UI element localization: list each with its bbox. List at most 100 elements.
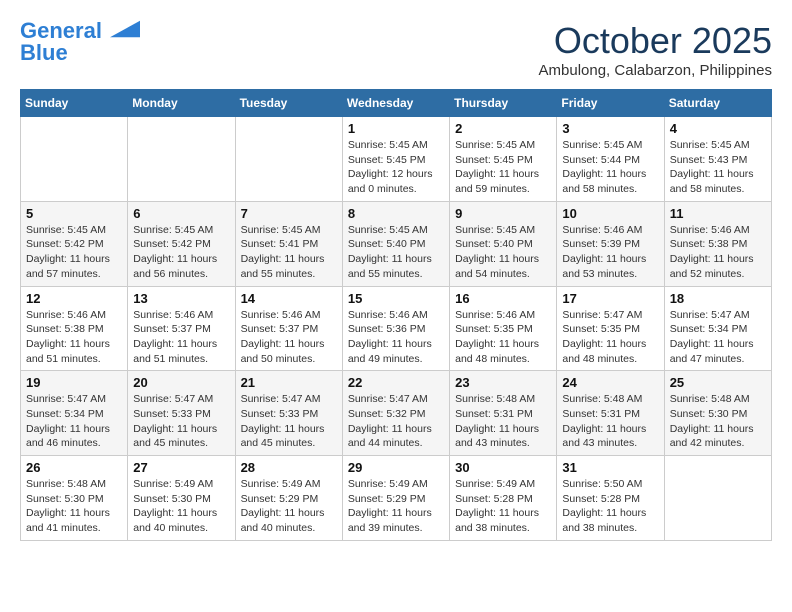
day-number: 21 xyxy=(241,375,337,390)
calendar-cell: 26Sunrise: 5:48 AM Sunset: 5:30 PM Dayli… xyxy=(21,456,128,541)
day-number: 25 xyxy=(670,375,766,390)
day-info: Sunrise: 5:45 AM Sunset: 5:41 PM Dayligh… xyxy=(241,223,337,282)
calendar-cell: 7 Sunrise: 5:45 AM Sunset: 5:41 PM Daylig… xyxy=(235,201,342,286)
day-info: Sunrise: 5:45 AM Sunset: 5:42 PM Dayligh… xyxy=(133,223,229,282)
calendar-cell xyxy=(664,456,771,541)
logo-icon xyxy=(110,20,140,38)
day-number: 27 xyxy=(133,460,229,475)
calendar-cell: 10 Sunrise: 5:46 AM Sunset: 5:39 PM Dayli… xyxy=(557,201,664,286)
day-number: 6 xyxy=(133,206,229,221)
weekday-header-tuesday: Tuesday xyxy=(235,90,342,117)
day-number: 10 xyxy=(562,206,658,221)
day-info: Sunrise: 5:48 AM Sunset: 5:31 PM Dayligh… xyxy=(455,392,551,451)
day-info: Sunrise: 5:46 AM Sunset: 5:37 PM Dayligh… xyxy=(133,308,229,367)
day-info: Sunrise: 5:45 AM Sunset: 5:45 PM Dayligh… xyxy=(455,138,551,197)
logo: General Blue xyxy=(20,20,140,65)
logo-blue: Blue xyxy=(20,40,68,65)
day-info: Sunrise: 5:46 AM Sunset: 5:36 PM Dayligh… xyxy=(348,308,444,367)
calendar-cell: 21 Sunrise: 5:47 AM Sunset: 5:33 PM Dayli… xyxy=(235,371,342,456)
calendar-week-row: 26Sunrise: 5:48 AM Sunset: 5:30 PM Dayli… xyxy=(21,456,772,541)
day-info: Sunrise: 5:46 AM Sunset: 5:38 PM Dayligh… xyxy=(26,308,122,367)
day-number: 28 xyxy=(241,460,337,475)
day-info: Sunrise: 5:45 AM Sunset: 5:40 PM Dayligh… xyxy=(455,223,551,282)
day-number: 5 xyxy=(26,206,122,221)
title-section: October 2025 Ambulong, Calabarzon, Phili… xyxy=(539,20,772,79)
day-number: 1 xyxy=(348,121,444,136)
day-info: Sunrise: 5:45 AM Sunset: 5:45 PM Dayligh… xyxy=(348,138,444,197)
day-info: Sunrise: 5:45 AM Sunset: 5:43 PM Dayligh… xyxy=(670,138,766,197)
day-info: Sunrise: 5:49 AM Sunset: 5:28 PM Dayligh… xyxy=(455,477,551,536)
weekday-header-friday: Friday xyxy=(557,90,664,117)
month-title: October 2025 xyxy=(539,20,772,62)
day-info: Sunrise: 5:47 AM Sunset: 5:33 PM Dayligh… xyxy=(133,392,229,451)
day-number: 14 xyxy=(241,291,337,306)
calendar-cell: 31Sunrise: 5:50 AM Sunset: 5:28 PM Dayli… xyxy=(557,456,664,541)
calendar-table: SundayMondayTuesdayWednesdayThursdayFrid… xyxy=(20,89,772,541)
calendar-cell: 3 Sunrise: 5:45 AM Sunset: 5:44 PM Daylig… xyxy=(557,117,664,202)
calendar-week-row: 1 Sunrise: 5:45 AM Sunset: 5:45 PM Daylig… xyxy=(21,117,772,202)
day-number: 17 xyxy=(562,291,658,306)
day-info: Sunrise: 5:49 AM Sunset: 5:29 PM Dayligh… xyxy=(241,477,337,536)
weekday-header-monday: Monday xyxy=(128,90,235,117)
calendar-cell xyxy=(21,117,128,202)
day-info: Sunrise: 5:45 AM Sunset: 5:40 PM Dayligh… xyxy=(348,223,444,282)
weekday-header-saturday: Saturday xyxy=(664,90,771,117)
day-info: Sunrise: 5:49 AM Sunset: 5:30 PM Dayligh… xyxy=(133,477,229,536)
day-number: 24 xyxy=(562,375,658,390)
calendar-cell: 6 Sunrise: 5:45 AM Sunset: 5:42 PM Daylig… xyxy=(128,201,235,286)
day-info: Sunrise: 5:45 AM Sunset: 5:44 PM Dayligh… xyxy=(562,138,658,197)
day-info: Sunrise: 5:46 AM Sunset: 5:35 PM Dayligh… xyxy=(455,308,551,367)
day-number: 31 xyxy=(562,460,658,475)
calendar-cell: 13Sunrise: 5:46 AM Sunset: 5:37 PM Dayli… xyxy=(128,286,235,371)
day-number: 12 xyxy=(26,291,122,306)
day-number: 30 xyxy=(455,460,551,475)
calendar-cell: 22 Sunrise: 5:47 AM Sunset: 5:32 PM Dayli… xyxy=(342,371,449,456)
day-number: 20 xyxy=(133,375,229,390)
calendar-cell: 1 Sunrise: 5:45 AM Sunset: 5:45 PM Daylig… xyxy=(342,117,449,202)
day-number: 18 xyxy=(670,291,766,306)
calendar-cell: 30 Sunrise: 5:49 AM Sunset: 5:28 PM Dayli… xyxy=(450,456,557,541)
day-info: Sunrise: 5:49 AM Sunset: 5:29 PM Dayligh… xyxy=(348,477,444,536)
day-number: 4 xyxy=(670,121,766,136)
day-number: 3 xyxy=(562,121,658,136)
weekday-header-row: SundayMondayTuesdayWednesdayThursdayFrid… xyxy=(21,90,772,117)
calendar-cell: 12 Sunrise: 5:46 AM Sunset: 5:38 PM Dayli… xyxy=(21,286,128,371)
day-info: Sunrise: 5:46 AM Sunset: 5:37 PM Dayligh… xyxy=(241,308,337,367)
calendar-cell: 8 Sunrise: 5:45 AM Sunset: 5:40 PM Daylig… xyxy=(342,201,449,286)
day-info: Sunrise: 5:48 AM Sunset: 5:30 PM Dayligh… xyxy=(670,392,766,451)
day-number: 19 xyxy=(26,375,122,390)
calendar-week-row: 19Sunrise: 5:47 AM Sunset: 5:34 PM Dayli… xyxy=(21,371,772,456)
day-info: Sunrise: 5:45 AM Sunset: 5:42 PM Dayligh… xyxy=(26,223,122,282)
day-number: 11 xyxy=(670,206,766,221)
calendar-cell: 19Sunrise: 5:47 AM Sunset: 5:34 PM Dayli… xyxy=(21,371,128,456)
day-number: 8 xyxy=(348,206,444,221)
calendar-cell: 27 Sunrise: 5:49 AM Sunset: 5:30 PM Dayli… xyxy=(128,456,235,541)
weekday-header-sunday: Sunday xyxy=(21,90,128,117)
page-header: General Blue October 2025 Ambulong, Cala… xyxy=(20,20,772,79)
calendar-cell: 20 Sunrise: 5:47 AM Sunset: 5:33 PM Dayli… xyxy=(128,371,235,456)
day-info: Sunrise: 5:46 AM Sunset: 5:39 PM Dayligh… xyxy=(562,223,658,282)
weekday-header-thursday: Thursday xyxy=(450,90,557,117)
calendar-cell: 29 Sunrise: 5:49 AM Sunset: 5:29 PM Dayli… xyxy=(342,456,449,541)
calendar-cell xyxy=(235,117,342,202)
day-info: Sunrise: 5:48 AM Sunset: 5:31 PM Dayligh… xyxy=(562,392,658,451)
day-number: 7 xyxy=(241,206,337,221)
day-number: 29 xyxy=(348,460,444,475)
day-number: 15 xyxy=(348,291,444,306)
calendar-week-row: 5 Sunrise: 5:45 AM Sunset: 5:42 PM Daylig… xyxy=(21,201,772,286)
calendar-cell: 9Sunrise: 5:45 AM Sunset: 5:40 PM Daylig… xyxy=(450,201,557,286)
calendar-cell: 5 Sunrise: 5:45 AM Sunset: 5:42 PM Daylig… xyxy=(21,201,128,286)
day-info: Sunrise: 5:47 AM Sunset: 5:33 PM Dayligh… xyxy=(241,392,337,451)
calendar-cell: 16 Sunrise: 5:46 AM Sunset: 5:35 PM Dayli… xyxy=(450,286,557,371)
day-number: 22 xyxy=(348,375,444,390)
calendar-cell xyxy=(128,117,235,202)
day-info: Sunrise: 5:47 AM Sunset: 5:32 PM Dayligh… xyxy=(348,392,444,451)
day-number: 16 xyxy=(455,291,551,306)
day-number: 2 xyxy=(455,121,551,136)
calendar-cell: 23Sunrise: 5:48 AM Sunset: 5:31 PM Dayli… xyxy=(450,371,557,456)
calendar-cell: 4 Sunrise: 5:45 AM Sunset: 5:43 PM Daylig… xyxy=(664,117,771,202)
calendar-cell: 18Sunrise: 5:47 AM Sunset: 5:34 PM Dayli… xyxy=(664,286,771,371)
calendar-cell: 14 Sunrise: 5:46 AM Sunset: 5:37 PM Dayli… xyxy=(235,286,342,371)
calendar-cell: 24 Sunrise: 5:48 AM Sunset: 5:31 PM Dayli… xyxy=(557,371,664,456)
weekday-header-wednesday: Wednesday xyxy=(342,90,449,117)
